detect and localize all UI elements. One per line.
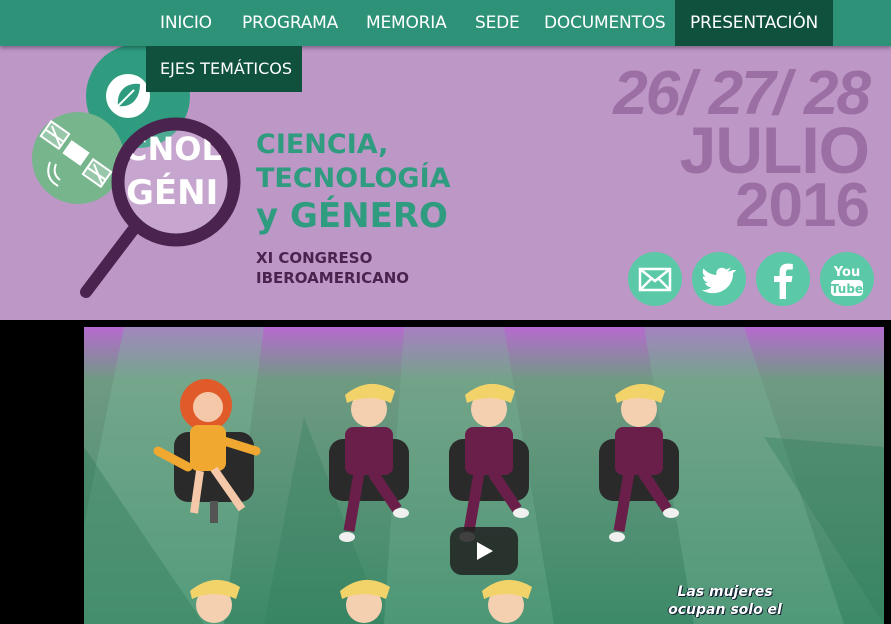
play-button[interactable] [450, 527, 518, 575]
event-year: 2016 [735, 171, 870, 240]
video-player[interactable]: Las mujeres ocupan solo el [84, 327, 884, 624]
subtitle-line-1: XI CONGRESO [256, 249, 373, 267]
event-month: JULIO [679, 113, 870, 187]
facebook-button[interactable] [756, 252, 810, 306]
magnifier-handle [80, 220, 142, 298]
title-line-1: CIENCIA, [256, 129, 389, 160]
logo-fragment-bottom: GÉNI [126, 172, 218, 213]
leaf-icon [106, 74, 150, 118]
twitter-button[interactable] [692, 252, 746, 306]
facebook-icon [774, 263, 793, 299]
congress-subtitle: XI CONGRESO IBEROAMERICANO [256, 248, 409, 288]
video-frame [84, 327, 884, 624]
title-line-2: TECNOLOGÍA [256, 163, 451, 194]
mail-icon [638, 267, 672, 292]
nav-item-documentos[interactable]: DOCUMENTOS [529, 0, 680, 46]
subtitle-line-2: IBEROAMERICANO [256, 269, 409, 287]
twitter-icon [701, 267, 736, 294]
nav-item-presentacion[interactable]: PRESENTACIÓN [675, 0, 834, 46]
caption-line-2: ocupan solo el [668, 602, 782, 618]
caption-line-1: Las mujeres [677, 584, 773, 600]
youtube-label-bottom: Tube [831, 282, 863, 296]
youtube-icon: You Tube [831, 265, 863, 296]
nav-item-sede[interactable]: SEDE [460, 0, 535, 46]
mail-button[interactable] [628, 252, 682, 306]
youtube-label-top: You [833, 265, 860, 280]
title-line-3: y GÉNERO [256, 196, 448, 236]
header-banner: CNOL GÉNI CIENCIA, TECNOLOGÍA y GÉNERO X… [0, 0, 891, 320]
play-icon [477, 542, 493, 560]
video-caption: Las mujeres ocupan solo el [650, 583, 800, 619]
nav-item-inicio[interactable]: INICIO [145, 0, 227, 46]
main-nav: INICIO PROGRAMA MEMORIA SEDE DOCUMENTOS … [0, 0, 891, 46]
nav-dropdown: EJES TEMÁTICOS [146, 46, 302, 92]
youtube-button[interactable]: You Tube [820, 252, 874, 306]
dropdown-item-ejes-tematicos[interactable]: EJES TEMÁTICOS [146, 46, 302, 92]
congress-title: CIENCIA, TECNOLOGÍA y GÉNERO [256, 128, 451, 236]
nav-item-memoria[interactable]: MEMORIA [351, 0, 462, 46]
event-dates: 26/ 27/ 28 JULIO 2016 [613, 63, 871, 240]
nav-item-programa[interactable]: PROGRAMA [227, 0, 353, 46]
